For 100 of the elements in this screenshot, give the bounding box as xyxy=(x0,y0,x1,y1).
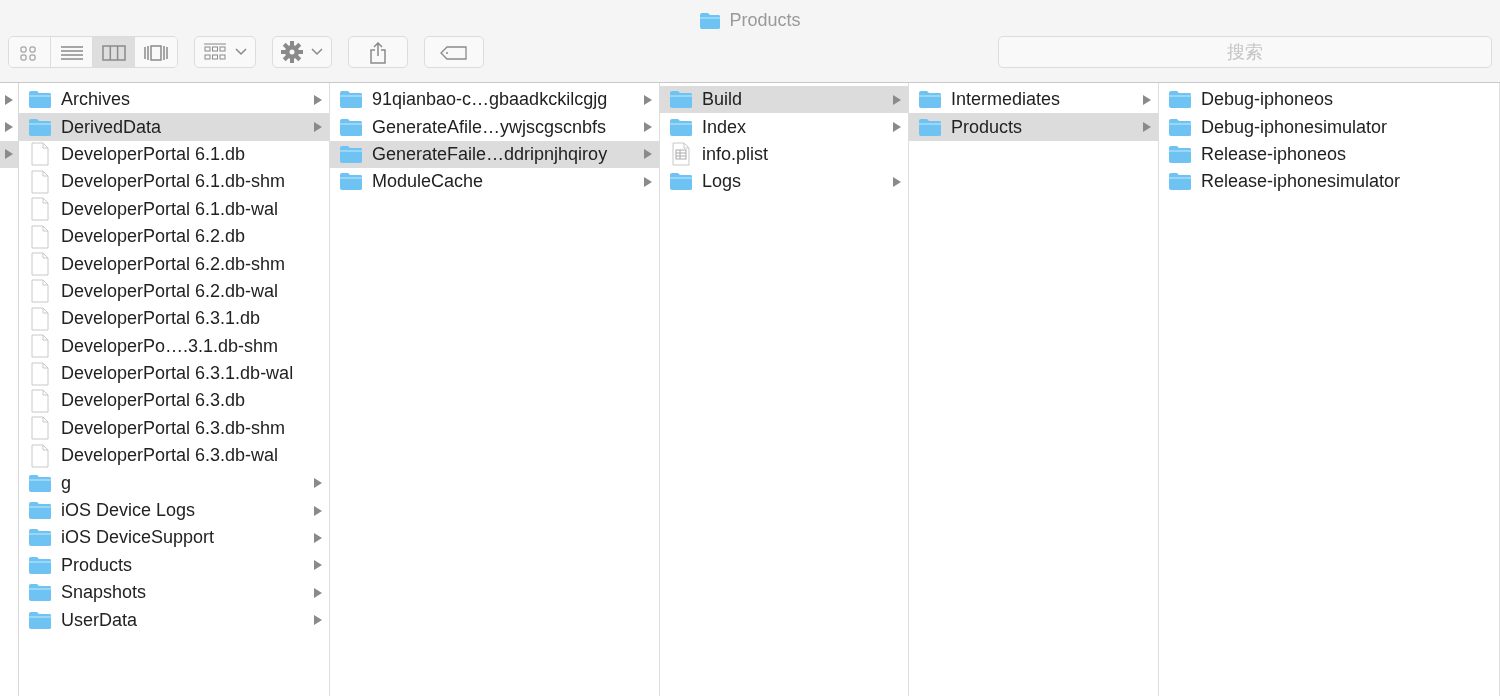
file-row[interactable]: DeveloperPortal 6.3.1.db xyxy=(19,305,329,333)
file-name: Snapshots xyxy=(61,581,148,605)
view-mode-button[interactable] xyxy=(51,37,93,67)
folder-icon xyxy=(28,610,52,630)
folder-icon xyxy=(28,583,52,603)
file-row[interactable]: Intermediates xyxy=(909,86,1158,114)
file-name: Debug-iphonesimulator xyxy=(1201,115,1389,139)
file-row[interactable]: Products xyxy=(19,551,329,580)
disclosure-arrow-icon xyxy=(643,93,653,106)
disclosure-arrow-icon xyxy=(4,121,14,134)
file-name: DeveloperPortal 6.3.db-shm xyxy=(61,416,287,440)
folder-icon xyxy=(1168,117,1192,137)
list-row[interactable] xyxy=(0,140,18,169)
folder-icon xyxy=(669,117,693,137)
file-name: DeveloperPortal 6.3.1.db-wal xyxy=(61,362,295,386)
disclosure-arrow-icon xyxy=(643,148,653,161)
disclosure-arrow-icon xyxy=(1142,121,1152,134)
file-row[interactable]: iOS Device Logs xyxy=(19,496,329,525)
file-row[interactable]: DeveloperPortal 6.1.db-wal xyxy=(19,195,329,223)
document-icon xyxy=(31,416,49,441)
file-row[interactable]: Debug-iphoneos xyxy=(1159,86,1499,114)
file-name: ModuleCache xyxy=(372,170,485,194)
file-row[interactable]: Products xyxy=(909,113,1158,141)
file-row[interactable]: Logs xyxy=(660,168,908,196)
document-icon xyxy=(31,306,49,331)
document-icon xyxy=(31,224,49,249)
file-row[interactable]: g xyxy=(19,469,329,497)
document-icon xyxy=(31,334,49,359)
folder-icon xyxy=(918,90,942,110)
folder-icon xyxy=(699,11,722,30)
file-row[interactable]: 91qianbao-c…gbaadkckilcgjg xyxy=(330,86,659,114)
file-name: DeveloperPortal 6.2.db xyxy=(61,225,247,249)
file-row[interactable]: Archives xyxy=(19,86,329,114)
view-mode-control[interactable] xyxy=(8,36,178,68)
view-mode-button[interactable] xyxy=(9,37,51,67)
share-button[interactable] xyxy=(348,36,408,68)
file-row[interactable]: UserData xyxy=(19,606,329,634)
action-button[interactable] xyxy=(272,36,332,68)
folder-icon xyxy=(339,172,363,192)
file-name: DeveloperPortal 6.1.db-wal xyxy=(61,197,280,221)
file-row[interactable]: DeveloperPortal 6.3.db-wal xyxy=(19,442,329,470)
list-view-icon xyxy=(59,43,84,62)
column-view-icon xyxy=(101,43,126,62)
folder-icon xyxy=(28,501,52,521)
file-row[interactable]: DeveloperPortal 6.1.db xyxy=(19,140,329,169)
file-name: Release-iphonesimulator xyxy=(1201,170,1402,194)
file-row[interactable]: DeveloperPo….3.1.db-shm xyxy=(19,332,329,360)
disclosure-arrow-icon xyxy=(313,121,323,134)
file-row[interactable]: Debug-iphonesimulator xyxy=(1159,113,1499,141)
file-row[interactable]: Release-iphoneos xyxy=(1159,140,1499,169)
disclosure-arrow-icon xyxy=(892,175,902,188)
file-row[interactable]: iOS DeviceSupport xyxy=(19,524,329,552)
disclosure-arrow-icon xyxy=(313,504,323,517)
view-mode-button[interactable] xyxy=(93,37,135,67)
document-icon xyxy=(31,389,49,413)
share-icon xyxy=(369,41,387,64)
folder-icon xyxy=(28,555,52,575)
file-name: Logs xyxy=(702,170,743,194)
folder-icon xyxy=(1168,144,1192,164)
view-mode-button[interactable] xyxy=(135,37,177,67)
grid-icon xyxy=(203,42,227,62)
folder-icon xyxy=(339,117,363,137)
file-row[interactable]: ModuleCache xyxy=(330,168,659,196)
document-icon xyxy=(31,252,49,277)
folder-icon xyxy=(669,172,693,192)
arrange-button[interactable] xyxy=(194,36,256,68)
disclosure-arrow-icon xyxy=(643,121,653,134)
disclosure-arrow-icon xyxy=(892,121,902,134)
document-icon xyxy=(31,169,49,194)
file-row[interactable]: DeveloperPortal 6.2.db xyxy=(19,222,329,251)
file-name: Products xyxy=(61,553,134,577)
file-row[interactable]: Snapshots xyxy=(19,579,329,607)
folder-icon xyxy=(28,473,52,493)
file-name: Products xyxy=(951,115,1024,139)
file-row[interactable]: DeveloperPortal 6.3.db-shm xyxy=(19,414,329,443)
file-row[interactable]: DeveloperPortal 6.1.db-shm xyxy=(19,168,329,196)
disclosure-arrow-icon xyxy=(313,93,323,106)
file-name: Intermediates xyxy=(951,88,1062,112)
file-name: DeveloperPortal 6.1.db xyxy=(61,142,247,166)
folder-icon xyxy=(918,117,942,137)
file-row[interactable]: Release-iphonesimulator xyxy=(1159,168,1499,196)
document-icon xyxy=(31,443,49,468)
tag-button[interactable] xyxy=(424,36,484,68)
file-row[interactable]: Index xyxy=(660,113,908,141)
file-row[interactable]: Build xyxy=(660,86,908,114)
file-row[interactable]: GenerateFaile…ddripnjhqiroy xyxy=(330,140,659,169)
folder-icon xyxy=(669,90,693,110)
file-name: info.plist xyxy=(702,142,770,166)
file-row[interactable]: DeveloperPortal 6.3.db xyxy=(19,387,329,415)
file-row[interactable]: DerivedData xyxy=(19,113,329,141)
file-row[interactable]: DeveloperPortal 6.2.db-shm xyxy=(19,250,329,278)
disclosure-arrow-icon xyxy=(313,531,323,544)
file-row[interactable]: info.plist xyxy=(660,140,908,169)
caret-icon xyxy=(311,48,323,56)
file-row[interactable]: GenerateAfile…ywjscgscnbfs xyxy=(330,113,659,141)
window-title: Products xyxy=(729,9,801,32)
file-name: DeveloperPortal 6.3.1.db xyxy=(61,307,262,331)
file-row[interactable]: DeveloperPortal 6.2.db-wal xyxy=(19,277,329,306)
file-name: GenerateAfile…ywjscgscnbfs xyxy=(372,115,608,139)
file-row[interactable]: DeveloperPortal 6.3.1.db-wal xyxy=(19,359,329,388)
